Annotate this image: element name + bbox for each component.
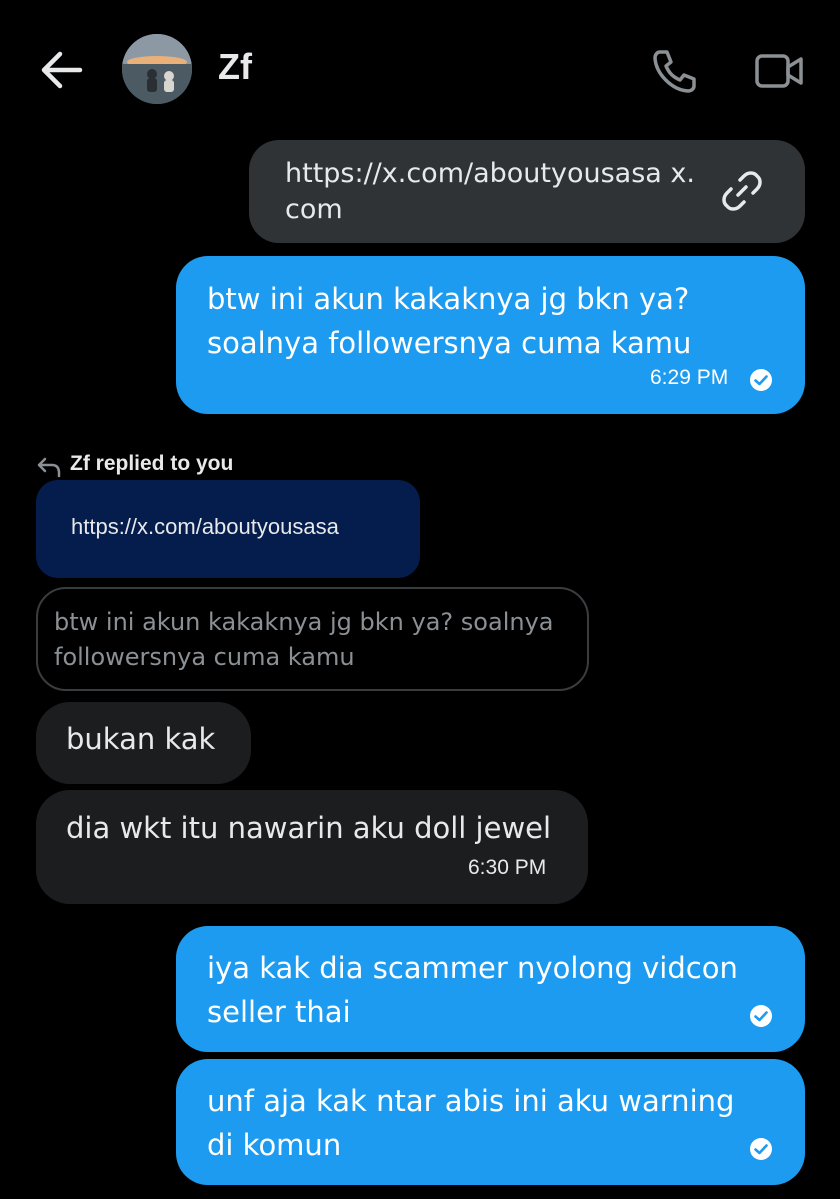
message-time: 6:30 PM [468, 856, 547, 879]
video-camera-icon [755, 54, 803, 88]
check-circle-icon [749, 368, 773, 392]
back-button[interactable] [38, 50, 84, 90]
outgoing-message[interactable]: iya kak dia scammer nyolong vidcon selle… [176, 926, 805, 1052]
arrow-left-icon [41, 51, 83, 89]
reply-label: Zf replied to you [70, 452, 234, 475]
message-text: unf aja kak ntar abis ini aku warning di… [207, 1084, 735, 1162]
check-circle-icon [749, 1137, 773, 1161]
avatar-photo [122, 34, 192, 104]
message-time: 6:29 PM [650, 366, 729, 389]
phone-icon [653, 50, 696, 93]
link-icon [719, 168, 765, 214]
message-text: dia wkt itu nawarin aku doll jewel [66, 811, 552, 845]
reply-arrow-icon [36, 456, 62, 478]
link-url[interactable]: https://x.com/aboutyousasa [71, 514, 339, 540]
incoming-message[interactable]: bukan kak [36, 702, 251, 784]
message-text: iya kak dia scammer nyolong vidcon selle… [207, 951, 738, 1029]
avatar[interactable] [122, 34, 192, 104]
check-circle-icon [749, 1004, 773, 1028]
message-text: bukan kak [66, 722, 216, 756]
outgoing-message[interactable]: btw ini akun kakaknya jg bkn ya? soalnya… [176, 256, 805, 414]
message-text: btw ini akun kakaknya jg bkn ya? soalnya… [207, 282, 692, 360]
link-url[interactable]: https://x.com/aboutyousasa x.com [285, 156, 705, 228]
incoming-link-message[interactable]: https://x.com/aboutyousasa [36, 480, 420, 578]
outgoing-link-message[interactable]: https://x.com/aboutyousasa x.com [249, 140, 805, 243]
quoted-message[interactable]: btw ini akun kakaknya jg bkn ya? soalnya… [36, 587, 589, 691]
quoted-text: btw ini akun kakaknya jg bkn ya? soalnya… [54, 608, 554, 671]
contact-name[interactable]: Zf [218, 46, 252, 88]
outgoing-message[interactable]: unf aja kak ntar abis ini aku warning di… [176, 1059, 805, 1185]
call-button[interactable] [650, 48, 698, 94]
incoming-message[interactable]: dia wkt itu nawarin aku doll jewel 6:30 … [36, 790, 588, 904]
video-call-button[interactable] [754, 52, 804, 90]
